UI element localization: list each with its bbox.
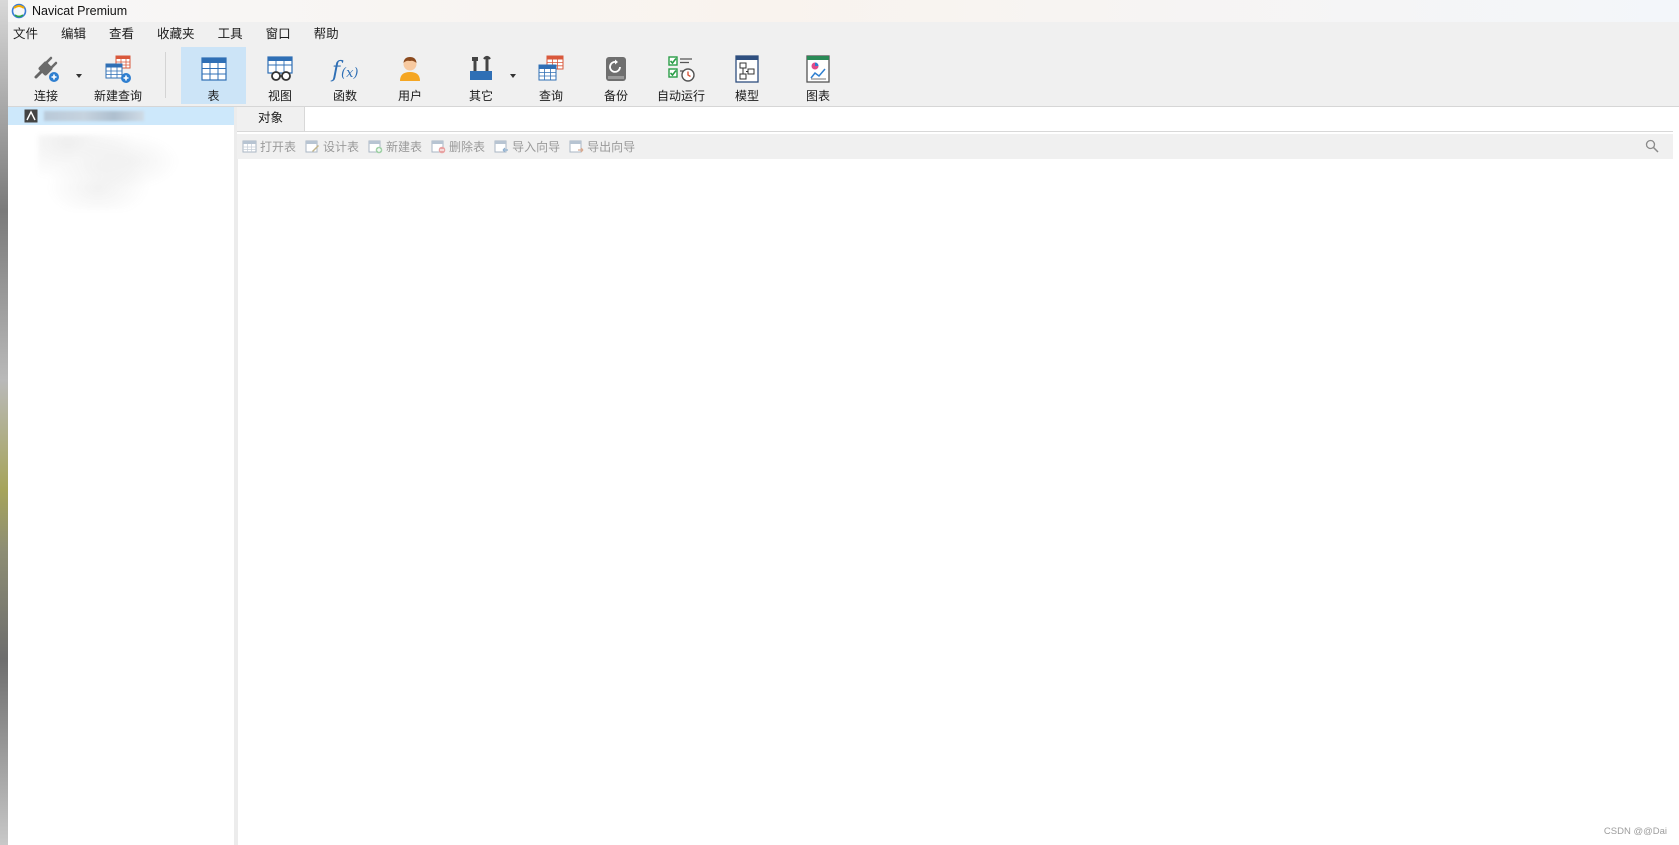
view-glasses-icon (267, 56, 293, 81)
user-button[interactable]: 用户 (386, 47, 434, 104)
export-wizard-button[interactable]: 导出向导 (569, 138, 635, 155)
automation-label: 自动运行 (656, 89, 705, 103)
menu-file[interactable]: 文件 (8, 23, 49, 45)
import-wizard-label: 导入向导 (512, 140, 561, 154)
delete-table-button[interactable]: 删除表 (431, 138, 485, 155)
export-wizard-label: 导出向导 (587, 140, 636, 154)
automation-button[interactable]: 自动运行 (653, 47, 709, 104)
chart-label: 图表 (805, 89, 830, 103)
function-label: 函数 (332, 89, 357, 103)
query-button[interactable]: 查询 (527, 47, 575, 104)
table-button[interactable]: 表 (181, 47, 246, 104)
new-query-icon (105, 55, 131, 83)
toolbar-separator (165, 52, 166, 98)
window-title: Navicat Premium (32, 4, 128, 18)
new-table-icon (368, 140, 383, 154)
function-fx-icon: f (x) (330, 58, 358, 83)
user-icon (400, 57, 420, 81)
navicat-window: Navicat Premium 文件 编辑 查看 收藏夹 工具 窗口 帮助 连接 (8, 0, 1679, 845)
menu-edit[interactable]: 编辑 (56, 23, 97, 45)
open-table-button[interactable]: 打开表 (242, 138, 296, 155)
navicat-logo-icon (11, 3, 27, 19)
model-icon (735, 55, 759, 83)
desktop-background-strip (0, 0, 8, 845)
new-query-label: 新建查询 (93, 89, 142, 103)
connect-button[interactable]: 连接 (26, 47, 66, 104)
open-table-label: 打开表 (260, 140, 297, 154)
delete-table-icon (431, 140, 446, 154)
plug-connect-icon (34, 56, 59, 82)
model-label: 模型 (734, 89, 759, 103)
chart-icon (806, 55, 830, 83)
menu-favorites[interactable]: 收藏夹 (152, 23, 206, 45)
chart-button[interactable]: 图表 (794, 47, 842, 104)
delete-table-label: 删除表 (449, 140, 486, 154)
new-table-label: 新建表 (386, 140, 423, 154)
connection-name-redacted (44, 111, 144, 121)
menu-bar: 文件 编辑 查看 收藏夹 工具 窗口 帮助 (8, 22, 1679, 46)
connection-tree-item[interactable] (8, 107, 234, 125)
import-wizard-icon (494, 140, 509, 153)
export-wizard-icon (569, 140, 584, 153)
menu-help[interactable]: 帮助 (309, 23, 350, 45)
object-toolbar: 打开表 设计表 新建表 删除表 导入向导 导出向导 (237, 134, 1673, 159)
design-table-icon (305, 140, 320, 153)
connect-dropdown-arrow-icon[interactable] (75, 72, 83, 80)
backup-icon (606, 57, 626, 81)
model-button[interactable]: 模型 (723, 47, 771, 104)
open-table-icon (242, 140, 257, 153)
database-connection-icon (24, 109, 38, 123)
search-icon[interactable] (1645, 139, 1659, 153)
new-table-button[interactable]: 新建表 (368, 138, 422, 155)
menu-view[interactable]: 查看 (104, 23, 145, 45)
user-label: 用户 (397, 89, 422, 103)
other-label: 其它 (468, 89, 493, 103)
other-button[interactable]: 其它 (457, 47, 505, 104)
tab-strip: 对象 (237, 107, 1673, 132)
function-button[interactable]: f (x) 函数 (321, 47, 369, 104)
table-icon (200, 57, 227, 81)
view-button[interactable]: 视图 (256, 47, 304, 104)
table-label: 表 (207, 89, 220, 103)
title-bar: Navicat Premium (8, 0, 1679, 22)
import-wizard-button[interactable]: 导入向导 (494, 138, 560, 155)
object-list-empty[interactable] (237, 159, 1673, 845)
backup-label: 备份 (603, 89, 628, 103)
tab-objects[interactable]: 对象 (237, 107, 305, 131)
menu-tools[interactable]: 工具 (213, 23, 254, 45)
query-label: 查询 (538, 89, 563, 103)
object-area: 对象 打开表 设计表 新建表 删除表 导入向导 导出向导 (237, 107, 1673, 845)
view-label: 视图 (267, 89, 292, 103)
tools-other-icon (470, 55, 492, 80)
database-list-redacted (38, 135, 188, 210)
watermark: CSDN @@Dai (1603, 826, 1667, 837)
svg-text:(x): (x) (341, 66, 358, 81)
menu-window[interactable]: 窗口 (261, 23, 302, 45)
main-toolbar: 连接 新建查询 表 视图 f (x) 函数 用户 其它 查询 备份 自动运行 模… (8, 46, 1679, 107)
connect-label: 连接 (33, 89, 58, 103)
design-table-button[interactable]: 设计表 (305, 138, 359, 155)
query-icon (538, 55, 564, 81)
navigation-pane (8, 107, 237, 845)
design-table-label: 设计表 (323, 140, 360, 154)
new-query-button[interactable]: 新建查询 (93, 47, 143, 104)
backup-button[interactable]: 备份 (592, 47, 640, 104)
automation-checklist-icon (668, 56, 695, 82)
other-dropdown-arrow-icon[interactable] (509, 72, 517, 80)
